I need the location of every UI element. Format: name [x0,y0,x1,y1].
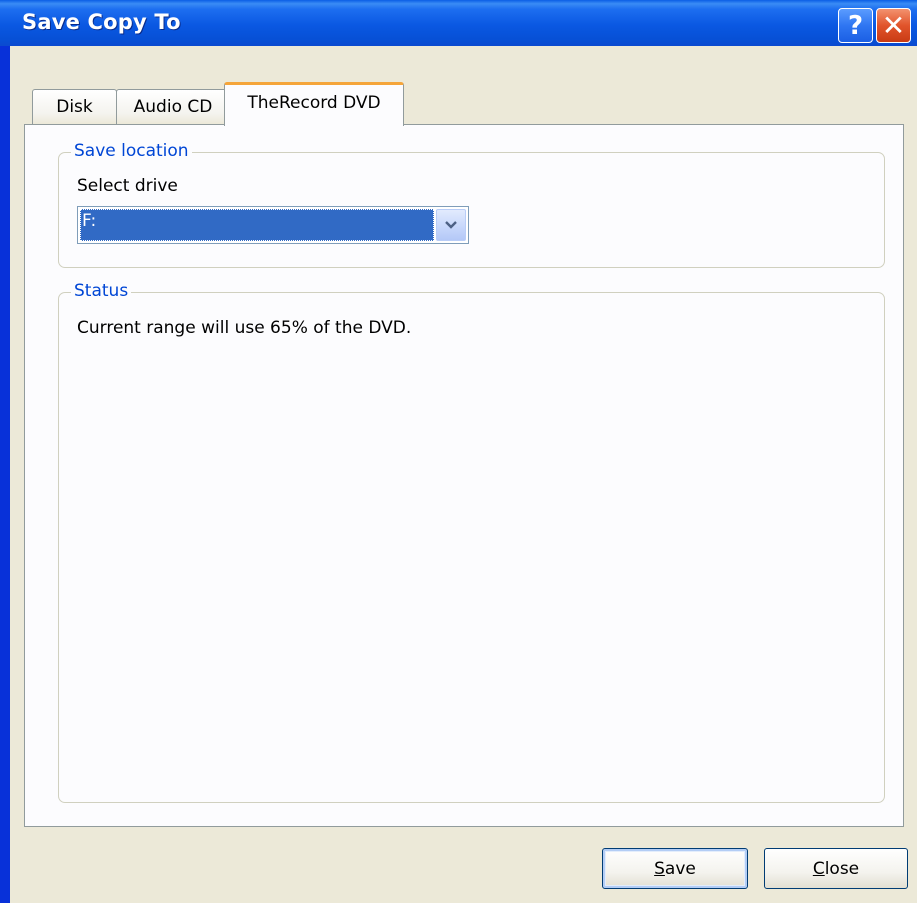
drive-select-value: F: [80,209,434,241]
status-message: Current range will use 65% of the DVD. [77,318,412,338]
tab-label: TheRecord DVD [247,92,381,113]
save-location-legend: Save location [71,141,192,161]
tab-audio-cd[interactable]: Audio CD [116,89,230,124]
window-title: Save Copy To [22,10,181,34]
tab-label: Audio CD [133,97,213,117]
status-legend: Status [71,281,132,301]
tab-therecord-dvd[interactable]: TheRecord DVD [224,82,404,126]
select-drive-label: Select drive [77,176,178,196]
dialog-window: Save Copy To ? ✕ Disk Audio CD TheRecord… [0,0,917,903]
tab-label: Disk [56,97,93,117]
close-window-button[interactable]: ✕ [876,8,911,43]
dropdown-button[interactable] [436,209,466,241]
help-icon: ? [847,10,864,41]
save-button[interactable]: Save [602,848,748,889]
dialog-body: Disk Audio CD TheRecord DVD Save locatio… [10,46,917,903]
chevron-down-icon [445,221,457,229]
close-button-label: Close [812,858,860,879]
close-button[interactable]: Close [764,848,908,889]
help-button[interactable]: ? [838,8,873,43]
title-bar[interactable]: Save Copy To ? ✕ [0,0,917,46]
save-location-group: Save location Select drive F: [58,141,885,268]
save-button-label: Save [654,858,696,879]
status-group: Status Current range will use 65% of the… [58,281,885,803]
drive-select[interactable]: F: [77,206,469,244]
tab-disk[interactable]: Disk [32,89,117,124]
tab-panel: Save location Select drive F: Status Cur… [24,124,904,827]
close-icon: ✕ [881,9,906,42]
